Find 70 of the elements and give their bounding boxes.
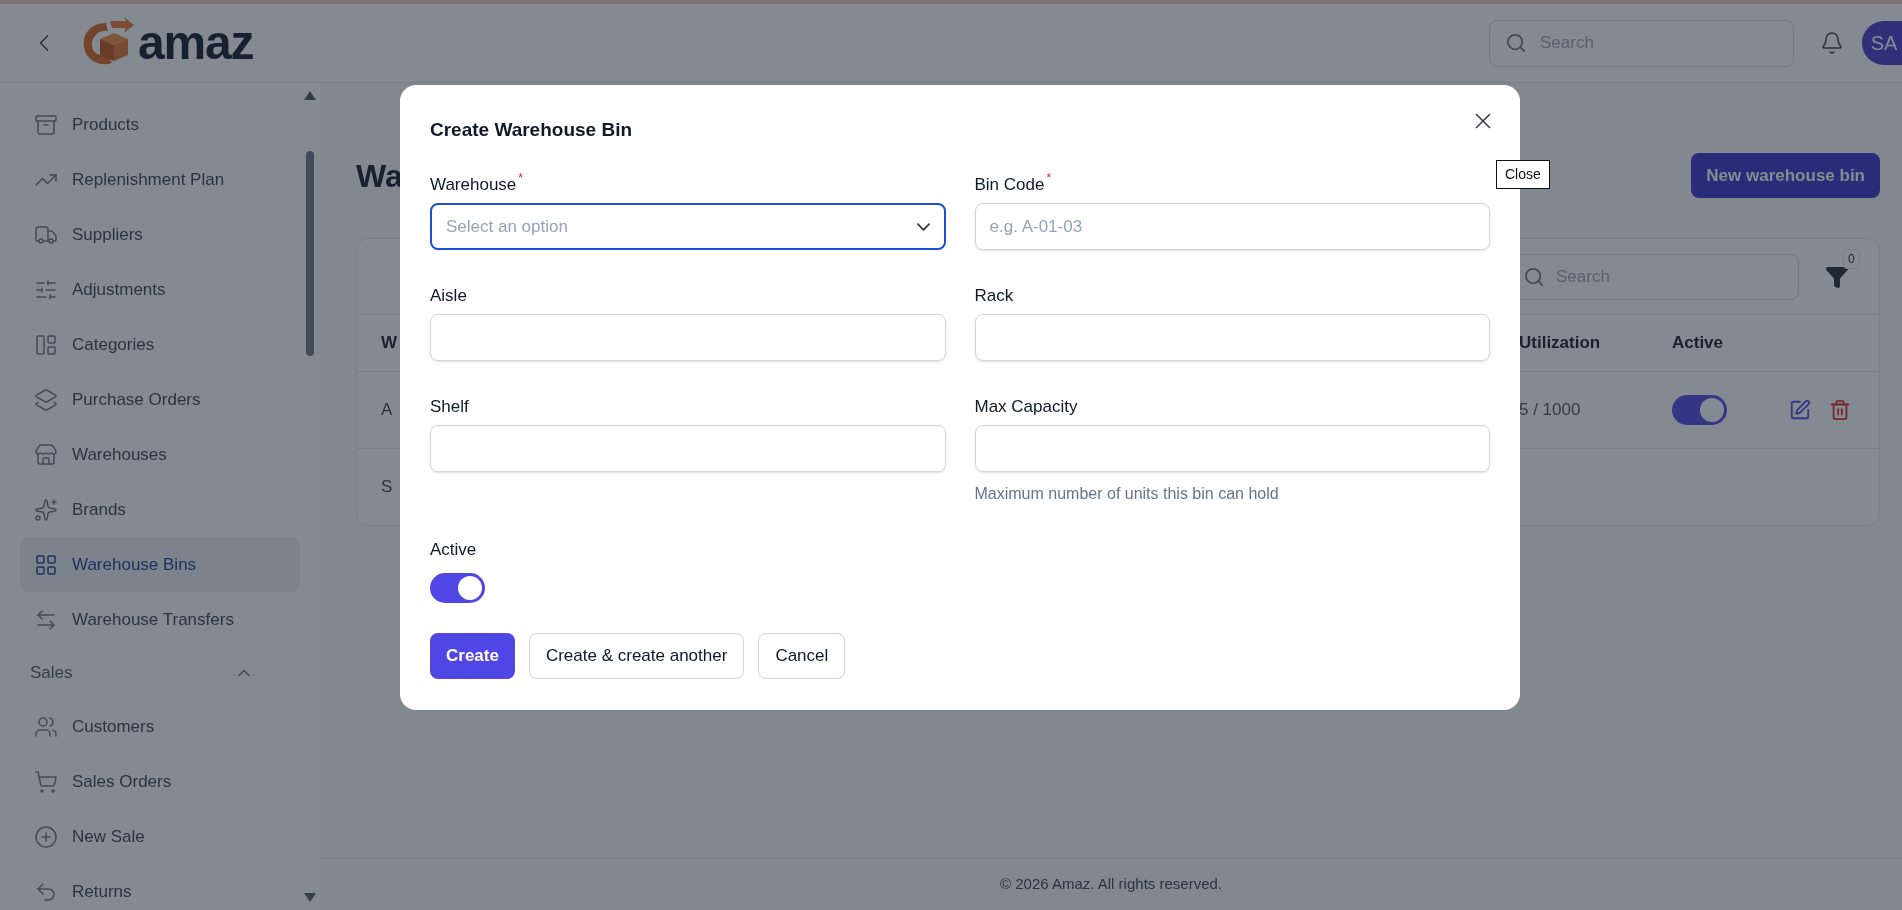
filter-icon[interactable]	[1825, 264, 1849, 289]
required-mark: *	[1046, 172, 1052, 184]
select-field[interactable]: Select an option	[430, 203, 946, 250]
close-tooltip: Close	[1496, 160, 1550, 189]
archive-icon	[34, 112, 58, 137]
sidebar-item[interactable]: Brands	[20, 482, 300, 537]
table-footer-text: S	[381, 476, 393, 499]
input-field[interactable]	[974, 314, 1490, 361]
active-toggle[interactable]	[1672, 395, 1727, 425]
column-header: Active	[1672, 332, 1725, 355]
copyright-text: © 2026 Amaz. All rights reserved.	[1000, 874, 1222, 895]
table-cell-text: A	[381, 399, 393, 422]
arrows-icon	[34, 607, 58, 632]
sparkles-icon	[34, 497, 58, 522]
sliders-icon	[34, 277, 58, 302]
required-mark: *	[518, 172, 523, 184]
modal-title: Create Warehouse Bin	[430, 118, 632, 142]
sidebar-item[interactable]: Purchase Orders	[20, 372, 300, 427]
sidebar-item[interactable]: Products	[20, 97, 300, 152]
secondary-button[interactable]: Cancel	[758, 632, 846, 679]
sidebar-item[interactable]: Warehouses	[20, 427, 300, 482]
table-cell-text: 5 / 1000	[1519, 399, 1582, 422]
sidebar-item[interactable]: Adjustments	[20, 262, 300, 317]
grid-icon	[34, 552, 58, 577]
field-label: Rack	[974, 285, 1014, 307]
secondary-button[interactable]: Create & create another	[528, 632, 745, 679]
sidebar-item[interactable]: Warehouse Bins	[20, 537, 300, 592]
trash-icon[interactable]	[1829, 399, 1851, 421]
logo-text: amaz	[138, 19, 254, 67]
section-header: Sales	[30, 662, 73, 685]
store-icon	[34, 442, 58, 467]
active-toggle[interactable]	[430, 572, 485, 603]
layout-icon	[34, 332, 58, 357]
search-icon	[1507, 33, 1525, 52]
sidebar-item[interactable]: Replenishment Plan	[20, 152, 300, 207]
field-label: Warehouse	[430, 174, 517, 196]
filter-count-badge: 0	[1843, 248, 1860, 269]
users-icon	[34, 714, 58, 739]
sidebar-item[interactable]: Suppliers	[20, 207, 300, 262]
avatar[interactable]: SA	[1862, 21, 1902, 65]
input-field[interactable]: e.g. A-01-03	[974, 203, 1490, 250]
new-bin-button[interactable]: New warehouse bin	[1691, 153, 1880, 198]
page-title: Wa	[356, 159, 403, 192]
plus-circle-icon	[34, 824, 58, 849]
input-field[interactable]	[430, 425, 946, 472]
sidebar-item[interactable]: Warehouse Transfers	[20, 592, 300, 647]
scroll-up-icon[interactable]	[304, 91, 316, 100]
field-label: Aisle	[430, 285, 467, 307]
field-label: Shelf	[430, 396, 469, 418]
column-header: W	[381, 332, 398, 355]
sidebar-item[interactable]: Categories	[20, 317, 300, 372]
scroll-down-icon[interactable]	[304, 893, 316, 902]
search-icon	[1525, 267, 1543, 286]
field-label: Max Capacity	[974, 396, 1078, 418]
bell-icon[interactable]	[1820, 31, 1844, 55]
column-header: Utilization	[1519, 332, 1602, 355]
sidebar-item[interactable]: New Sale	[20, 809, 300, 864]
caret-icon	[916, 222, 930, 231]
create-button[interactable]: Create	[430, 632, 515, 679]
field-label: Bin Code	[974, 174, 1045, 196]
edit-icon[interactable]	[1789, 399, 1811, 421]
sidebar-item[interactable]: Customers	[20, 699, 300, 754]
scrollbar-thumb[interactable]	[306, 151, 314, 356]
helper-text: Maximum number of units this bin can hold	[974, 484, 1280, 504]
input-field[interactable]	[430, 314, 946, 361]
sidebar-item[interactable]: Sales Orders	[20, 754, 300, 809]
field-label: Active	[430, 539, 478, 561]
input-field[interactable]	[974, 425, 1490, 472]
sidebar-item[interactable]: Returns	[20, 864, 300, 910]
cart-icon	[34, 769, 58, 794]
